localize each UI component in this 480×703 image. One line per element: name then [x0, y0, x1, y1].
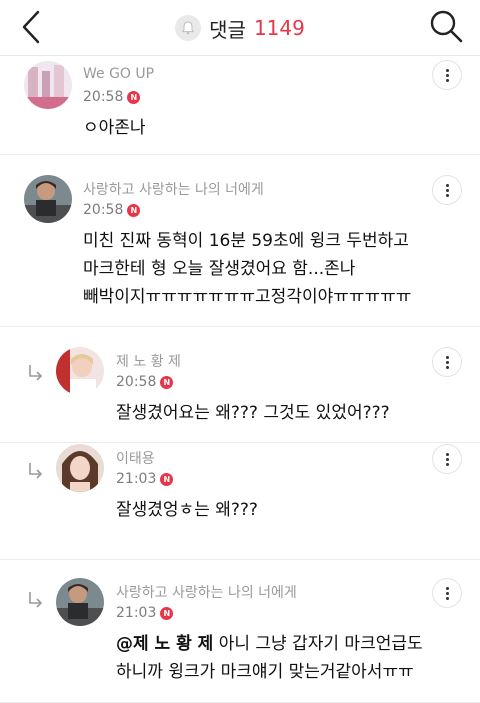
- header-title-group: 댓글 1149: [0, 0, 480, 56]
- more-options-button[interactable]: [432, 60, 462, 90]
- comment-count: 1149: [253, 16, 305, 40]
- comment-meta: 20:58 N: [116, 374, 174, 390]
- avatar[interactable]: [24, 175, 72, 223]
- comment-time: 21:03: [116, 605, 157, 621]
- reply-arrow-icon: [29, 463, 43, 479]
- bell-icon[interactable]: [175, 15, 202, 41]
- new-badge: N: [160, 375, 174, 389]
- more-options-button[interactable]: [432, 175, 462, 205]
- comment-text: ㅇ아존나: [83, 118, 146, 138]
- reply-arrow-icon: [29, 365, 43, 381]
- new-badge: N: [160, 606, 174, 620]
- avatar[interactable]: [56, 578, 104, 626]
- comment-text: 잘생겼어요는 왜??? 그것도 있었어???: [116, 403, 390, 423]
- comment-list: We GO UP 20:58 N ㅇ아존나 사랑하고 사랑하는 나의 너에게 2…: [0, 57, 480, 703]
- comment-item: 사랑하고 사랑하는 나의 너에게 21:03 N @제 노 황 제 아니 그냥 …: [0, 560, 480, 703]
- comment-author[interactable]: 사랑하고 사랑하는 나의 너에게: [116, 582, 297, 602]
- comment-text: @제 노 황 제 아니 그냥 갑자기 마크언급도 하니까 윙크가 마크얘기 맞는…: [116, 630, 423, 686]
- comment-meta: 21:03 N: [116, 605, 174, 621]
- comment-meta: 20:58 N: [83, 202, 141, 218]
- comment-time: 21:03: [116, 471, 157, 487]
- page-title: 댓글: [209, 17, 246, 42]
- comment-item: 제 노 황 제 20:58 N 잘생겼어요는 왜??? 그것도 있었어???: [0, 327, 480, 443]
- comment-author[interactable]: 제 노 황 제: [116, 351, 181, 371]
- reply-arrow-icon: [29, 592, 43, 608]
- more-options-button[interactable]: [432, 347, 462, 377]
- comment-time: 20:58: [83, 202, 124, 218]
- comment-item: 사랑하고 사랑하는 나의 너에게 20:58 N 미친 진짜 동혁이 16분 5…: [0, 155, 480, 327]
- comment-time: 20:58: [83, 89, 124, 105]
- avatar[interactable]: [24, 61, 72, 109]
- comment-author[interactable]: 이태용: [116, 448, 155, 468]
- more-options-button[interactable]: [432, 444, 462, 474]
- top-bar: 댓글 1149: [0, 0, 480, 56]
- comment-meta: 20:58 N: [83, 89, 141, 105]
- avatar[interactable]: [56, 444, 104, 492]
- avatar[interactable]: [56, 347, 104, 395]
- new-badge: N: [127, 90, 141, 104]
- comment-time: 20:58: [116, 374, 157, 390]
- comment-author[interactable]: We GO UP: [83, 66, 154, 82]
- comment-meta: 21:03 N: [116, 471, 174, 487]
- more-options-button[interactable]: [432, 578, 462, 608]
- new-badge: N: [127, 203, 141, 217]
- search-icon: [430, 10, 463, 43]
- new-badge: N: [160, 472, 174, 486]
- comment-text: 잘생겼엉ㅎ는 왜???: [116, 500, 258, 520]
- comment-item: 이태용 21:03 N 잘생겼엉ㅎ는 왜???: [0, 443, 480, 560]
- comment-item: We GO UP 20:58 N ㅇ아존나: [0, 57, 480, 155]
- comment-text: 미친 진짜 동혁이 16분 59초에 윙크 두번하고 마크한테 형 오늘 잘생겼…: [83, 231, 412, 307]
- mention-link[interactable]: @제 노 황 제: [116, 634, 213, 654]
- comment-author[interactable]: 사랑하고 사랑하는 나의 너에게: [83, 179, 264, 199]
- search-button[interactable]: [428, 8, 464, 44]
